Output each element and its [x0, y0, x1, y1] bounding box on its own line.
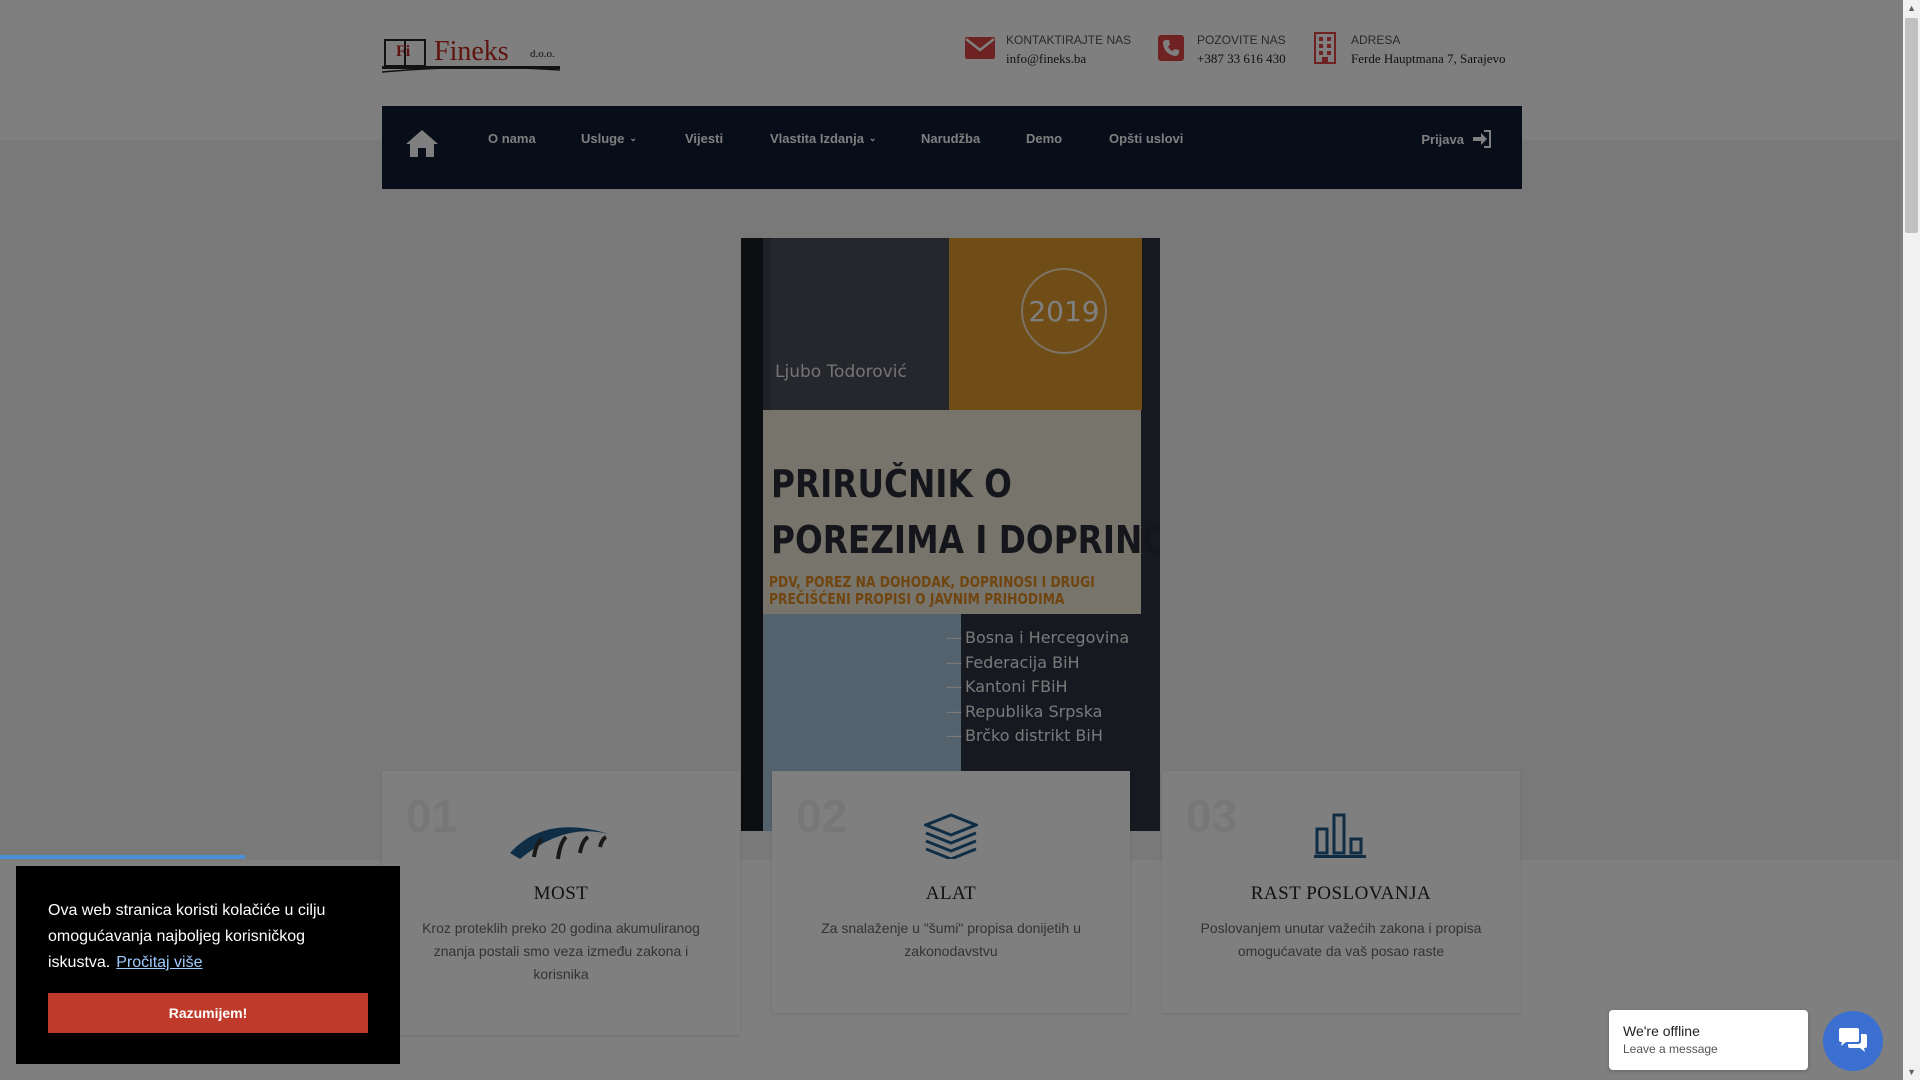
scroll-down-arrow-icon[interactable]: ▼ — [1907, 1067, 1916, 1077]
cookie-accept-button[interactable]: Razumijem! — [48, 993, 368, 1033]
chat-bubbles-icon — [1839, 1028, 1867, 1052]
cookie-read-more-link[interactable]: Pročitaj više — [116, 954, 202, 971]
progress-line — [0, 855, 245, 859]
chat-launcher-button[interactable] — [1823, 1011, 1883, 1071]
chat-prompt: Leave a message — [1623, 1042, 1718, 1056]
cookie-banner: Ova web stranica koristi kolačiće u cilj… — [16, 866, 400, 1064]
chat-status: We're offline — [1623, 1023, 1700, 1039]
scrollbar-thumb[interactable] — [1905, 18, 1918, 233]
chat-offline-box[interactable]: We're offline Leave a message — [1609, 1010, 1808, 1070]
cookie-message: Ova web stranica koristi kolačiće u cilj… — [48, 898, 368, 976]
scroll-up-arrow-icon[interactable]: ▲ — [1907, 3, 1916, 13]
page: Fi Fineks d.o.o. KONTAKTIRAJTE NAS info@… — [0, 0, 1920, 1080]
page-scrollbar[interactable]: ▲ ▼ — [1903, 0, 1920, 1080]
